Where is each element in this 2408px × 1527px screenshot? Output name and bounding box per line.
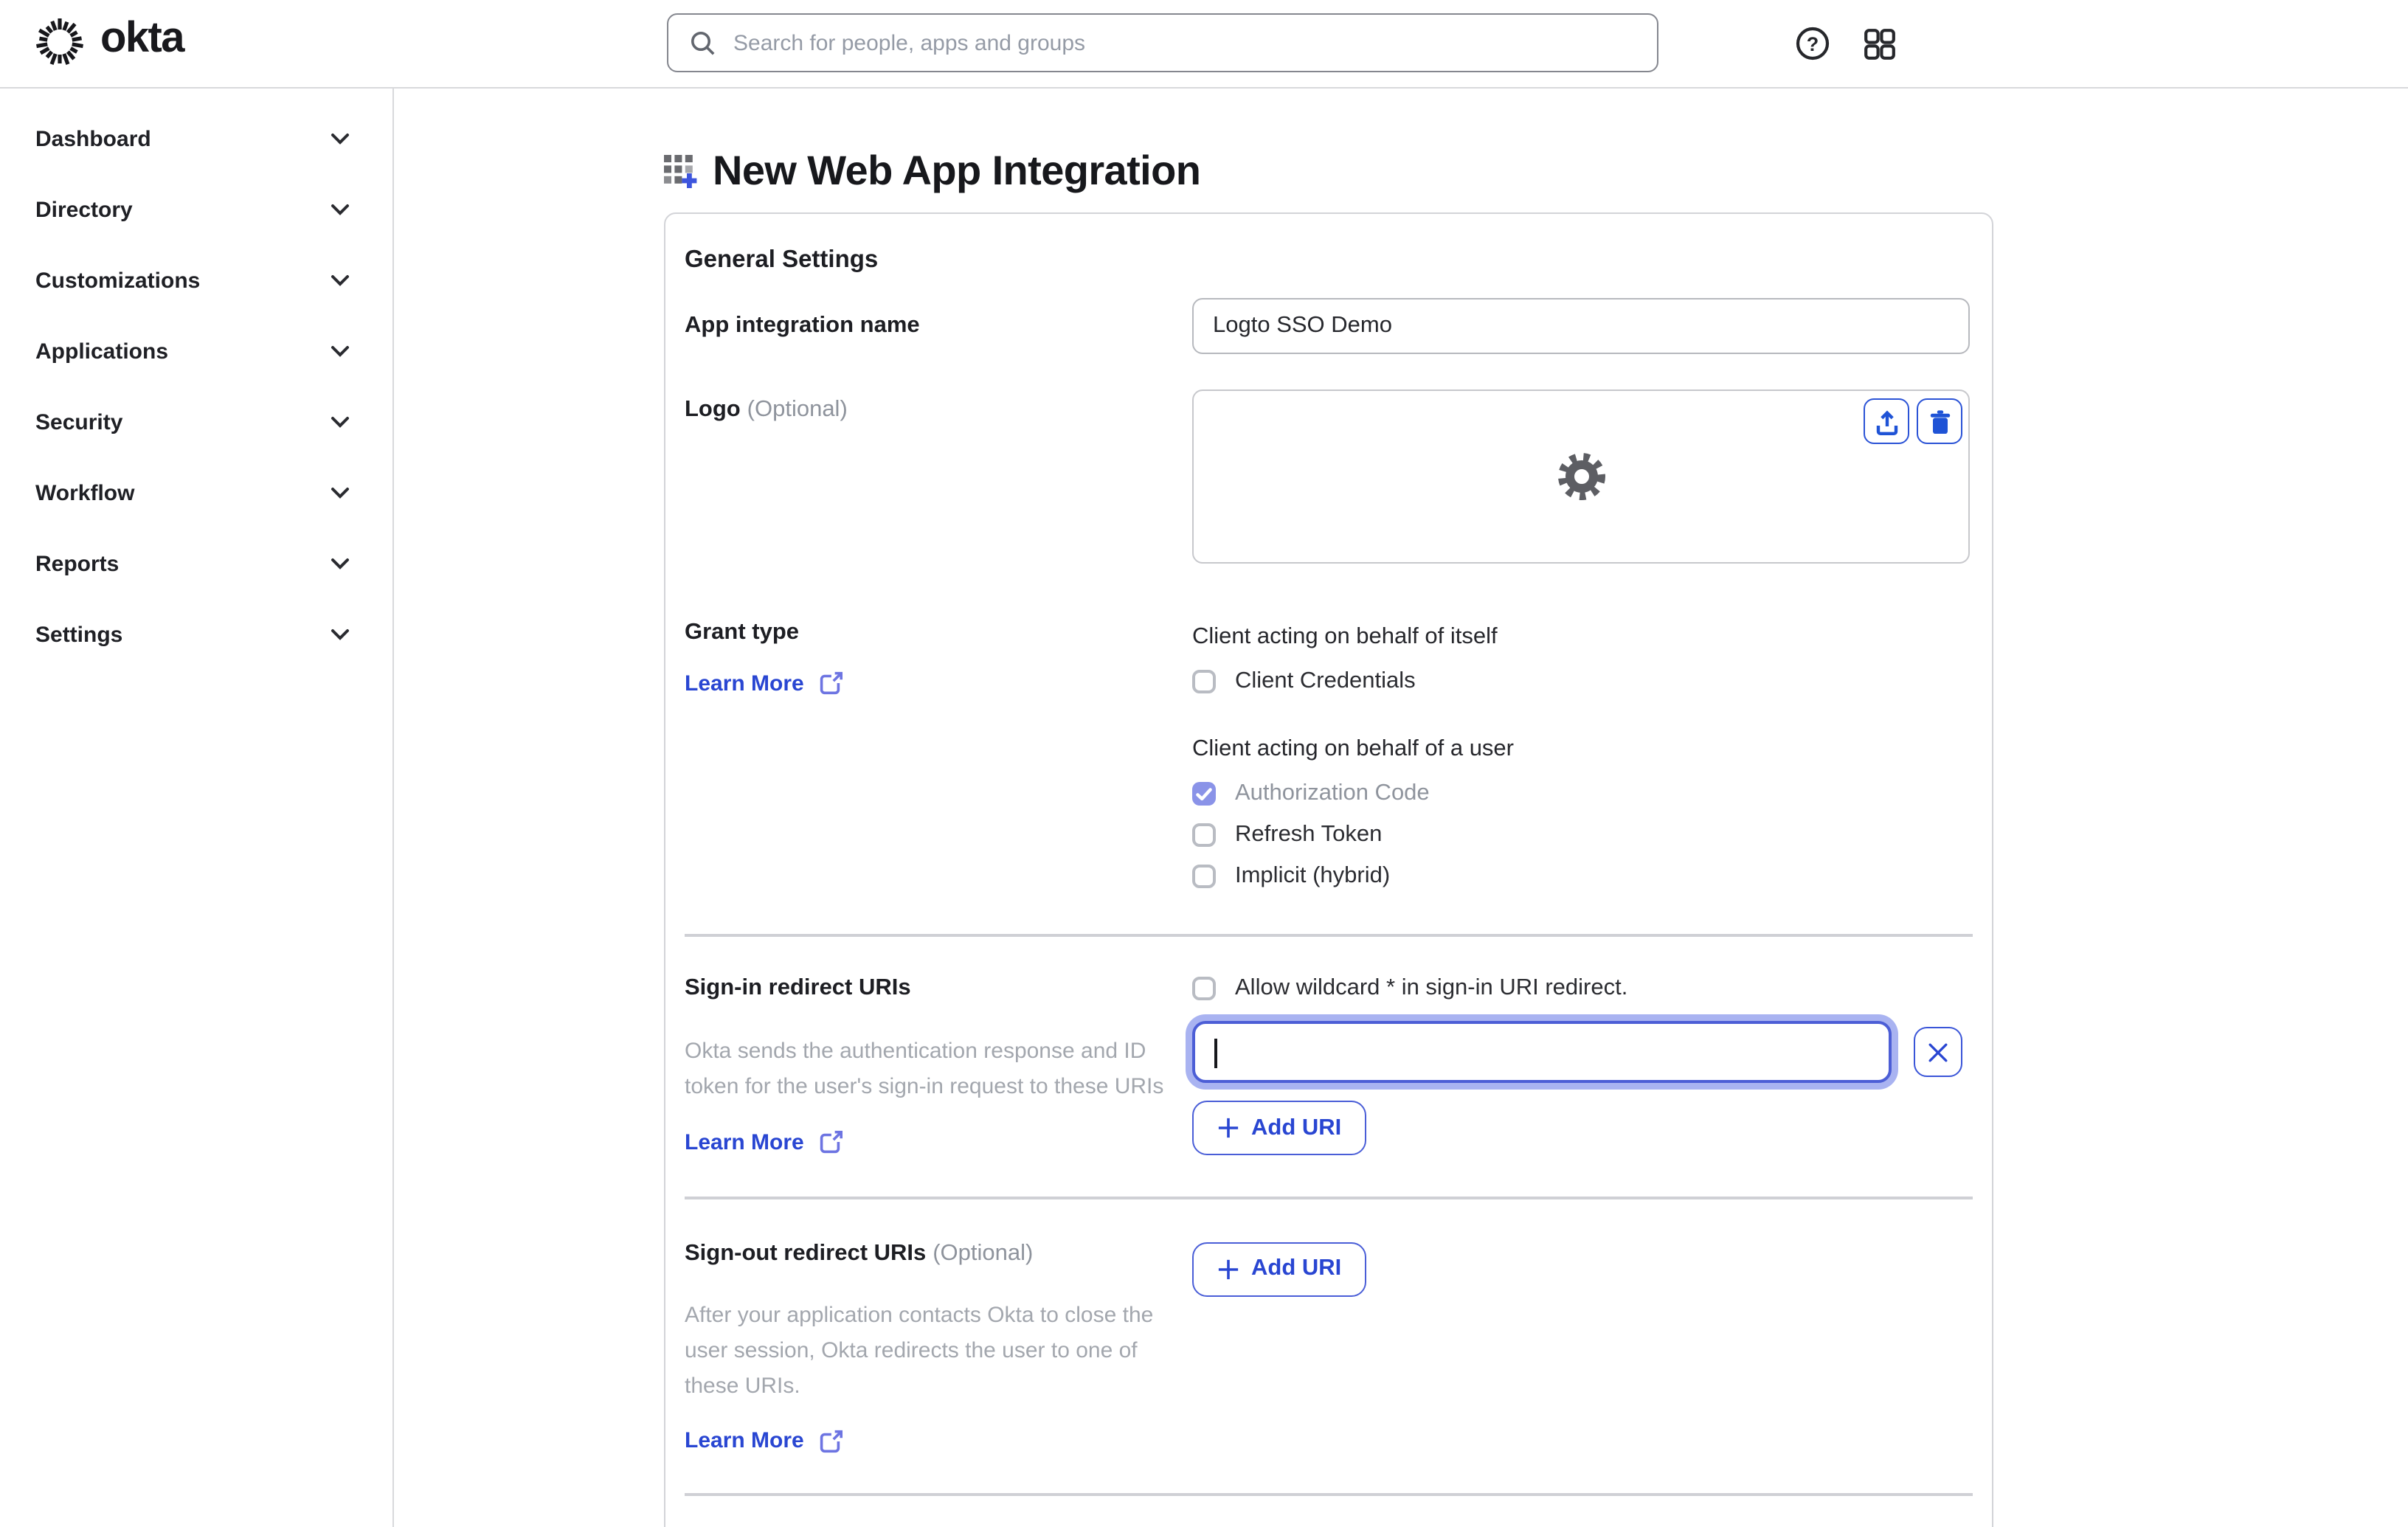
grant-group-self-heading: Client acting on behalf of itself: [1192, 624, 1498, 649]
grant-group-user-heading: Client acting on behalf of a user: [1192, 736, 1514, 761]
app-name-input[interactable]: [1192, 298, 1970, 354]
okta-wordmark: okta: [100, 15, 184, 62]
sidebar-item-security[interactable]: Security: [0, 387, 392, 457]
checkbox-unchecked: [1192, 977, 1216, 1000]
trash-icon: [1925, 406, 1954, 436]
sidebar-item-directory[interactable]: Directory: [0, 174, 392, 245]
external-link-icon: [816, 670, 844, 696]
close-icon: [1928, 1042, 1948, 1062]
sidebar-item-settings[interactable]: Settings: [0, 599, 392, 670]
section-divider: [685, 1493, 1973, 1496]
gear-icon: [1551, 447, 1610, 506]
checkbox-client-credentials[interactable]: Client Credentials: [1192, 668, 1970, 695]
sign-in-uri-input[interactable]: [1192, 1021, 1892, 1083]
sidebar-item-workflow[interactable]: Workflow: [0, 457, 392, 528]
page-title: New Web App Integration: [713, 148, 1201, 193]
text-caret: [1214, 1039, 1217, 1068]
okta-aura-icon: [32, 15, 87, 69]
general-settings-card: General Settings App integration name Lo…: [664, 212, 1993, 1527]
apps-grid-icon[interactable]: [1862, 26, 1897, 61]
checkbox-unchecked: [1192, 865, 1216, 888]
okta-logo[interactable]: okta: [32, 15, 184, 69]
checkbox-authorization-code[interactable]: Authorization Code: [1192, 780, 1970, 807]
chevron-down-icon: [331, 487, 350, 499]
sidebar-item-customizations[interactable]: Customizations: [0, 245, 392, 316]
main-content: New Web App Integration General Settings…: [394, 89, 2408, 1527]
okta-admin-window: okta Search for people, apps and groups …: [0, 0, 2408, 1527]
sign-out-uris-description: After your application contacts Okta to …: [685, 1302, 1154, 1398]
search-placeholder: Search for people, apps and groups: [733, 30, 1085, 55]
sidebar-nav: Dashboard Directory Customizations Appli…: [0, 89, 394, 1527]
plus-icon: [1217, 1258, 1239, 1280]
add-sign-out-uri-button[interactable]: Add URI: [1192, 1242, 1367, 1296]
sign-out-optional-label: (Optional): [933, 1240, 1034, 1265]
delete-logo-button[interactable]: [1917, 398, 1962, 444]
help-icon[interactable]: ?: [1794, 25, 1831, 62]
sign-in-uris-label: Sign-in redirect URIs: [685, 975, 911, 1000]
sidebar-item-dashboard[interactable]: Dashboard: [0, 103, 392, 174]
sign-in-uris-description: Okta sends the authentication response a…: [685, 1039, 1164, 1099]
logo-optional-label: (Optional): [747, 397, 848, 422]
global-search[interactable]: Search for people, apps and groups: [667, 13, 1658, 72]
svg-text:?: ?: [1807, 33, 1819, 55]
checkbox-refresh-token[interactable]: Refresh Token: [1192, 822, 1970, 848]
grant-learn-more-link[interactable]: Learn More: [685, 670, 844, 696]
logo-preview-box: [1192, 389, 1970, 564]
external-link-icon: [816, 1427, 844, 1454]
upload-icon: [1872, 406, 1901, 436]
section-divider: [685, 934, 1973, 937]
external-link-icon: [816, 1129, 844, 1155]
grant-type-label: Grant type: [685, 620, 800, 645]
sign-out-learn-more-link[interactable]: Learn More: [685, 1427, 844, 1454]
sidebar-item-reports[interactable]: Reports: [0, 528, 392, 599]
checkbox-allow-wildcard[interactable]: Allow wildcard * in sign-in URI redirect…: [1192, 975, 1970, 1002]
chevron-down-icon: [331, 416, 350, 428]
logo-label: Logo: [685, 397, 741, 422]
upload-logo-button[interactable]: [1864, 398, 1909, 444]
general-settings-heading: General Settings: [685, 246, 879, 273]
checkbox-unchecked: [1192, 823, 1216, 847]
sign-in-learn-more-link[interactable]: Learn More: [685, 1129, 844, 1155]
top-bar: okta Search for people, apps and groups …: [0, 0, 2408, 89]
chevron-down-icon: [331, 204, 350, 215]
checkbox-implicit-hybrid[interactable]: Implicit (hybrid): [1192, 863, 1970, 890]
chevron-down-icon: [331, 133, 350, 145]
add-sign-in-uri-button[interactable]: Add URI: [1192, 1101, 1367, 1155]
section-divider: [685, 1196, 1973, 1199]
checkbox-unchecked: [1192, 670, 1216, 693]
sidebar-item-applications[interactable]: Applications: [0, 316, 392, 387]
plus-icon: [1217, 1117, 1239, 1139]
chevron-down-icon: [331, 345, 350, 357]
chevron-down-icon: [331, 558, 350, 569]
search-icon: [689, 29, 717, 57]
app-integration-icon: [662, 153, 699, 190]
sign-out-uris-label: Sign-out redirect URIs: [685, 1240, 927, 1265]
chevron-down-icon: [331, 274, 350, 286]
app-name-label: App integration name: [685, 313, 920, 338]
remove-uri-button[interactable]: [1914, 1027, 1962, 1077]
chevron-down-icon: [331, 629, 350, 640]
checkbox-checked: [1192, 782, 1216, 806]
